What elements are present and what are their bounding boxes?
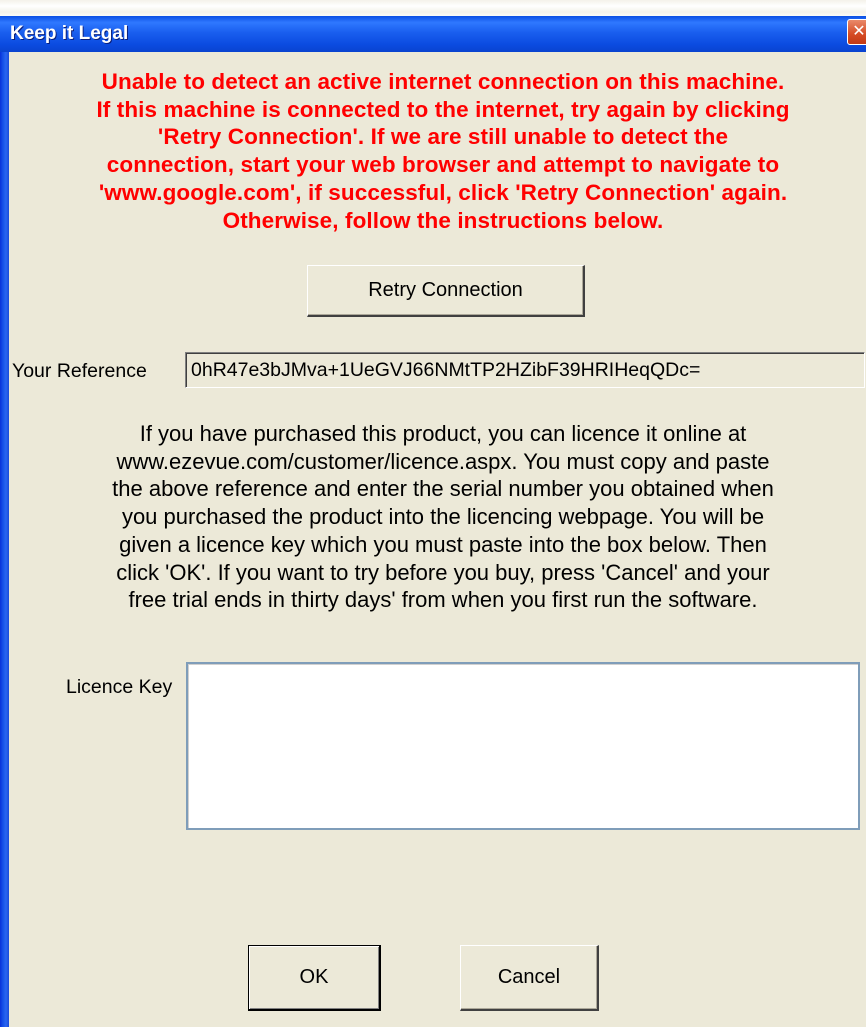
licence-key-label: Licence Key (66, 676, 173, 698)
window-frame-left (0, 0, 9, 1027)
title-bar-strip[interactable] (0, 16, 866, 52)
connection-warning-message: Unable to detect an active internet conn… (20, 68, 866, 234)
close-button[interactable]: ✕ (847, 19, 866, 45)
ok-button[interactable]: OK (248, 945, 381, 1011)
title-bar[interactable]: Keep it Legal ✕ (0, 0, 866, 52)
warning-line: 'Retry Connection'. If we are still unab… (157, 124, 729, 150)
warning-line: If this machine is connected to the inte… (96, 96, 790, 122)
instruction-line: click 'OK'. If you want to try before yo… (116, 559, 770, 585)
licensing-instructions: If you have purchased this product, you … (20, 420, 866, 614)
instruction-line: free trial ends in thirty days' from whe… (128, 587, 758, 613)
keep-it-legal-dialog: Keep it Legal ✕ Unable to detect an acti… (0, 0, 866, 1027)
warning-line: connection, start your web browser and a… (106, 152, 780, 178)
cancel-button[interactable]: Cancel (460, 945, 599, 1011)
warning-line: Otherwise, follow the instructions below… (222, 207, 664, 233)
instruction-line: the above reference and enter the serial… (112, 476, 774, 502)
warning-line: 'www.google.com', if successful, click '… (98, 179, 788, 205)
your-reference-label: Your Reference (12, 360, 147, 382)
retry-connection-label: Retry Connection (368, 279, 523, 301)
licence-key-input[interactable] (186, 662, 860, 830)
ok-label: OK (299, 966, 329, 988)
instruction-line: www.ezevue.com/customer/licence.aspx. Yo… (116, 448, 770, 474)
your-reference-field[interactable]: 0hR47e3bJMva+1UeGVJ66NMtTP2HZibF39HRIHeq… (185, 352, 865, 388)
cancel-label: Cancel (497, 966, 561, 988)
instruction-line: given a licence key which you must paste… (119, 531, 767, 557)
window-title: Keep it Legal (10, 23, 129, 44)
retry-connection-button[interactable]: Retry Connection (307, 265, 585, 317)
warning-line: Unable to detect an active internet conn… (101, 69, 785, 94)
instruction-line: If you have purchased this product, you … (139, 421, 747, 446)
close-icon: ✕ (852, 23, 866, 40)
instruction-line: you purchased the product into the licen… (121, 504, 765, 530)
